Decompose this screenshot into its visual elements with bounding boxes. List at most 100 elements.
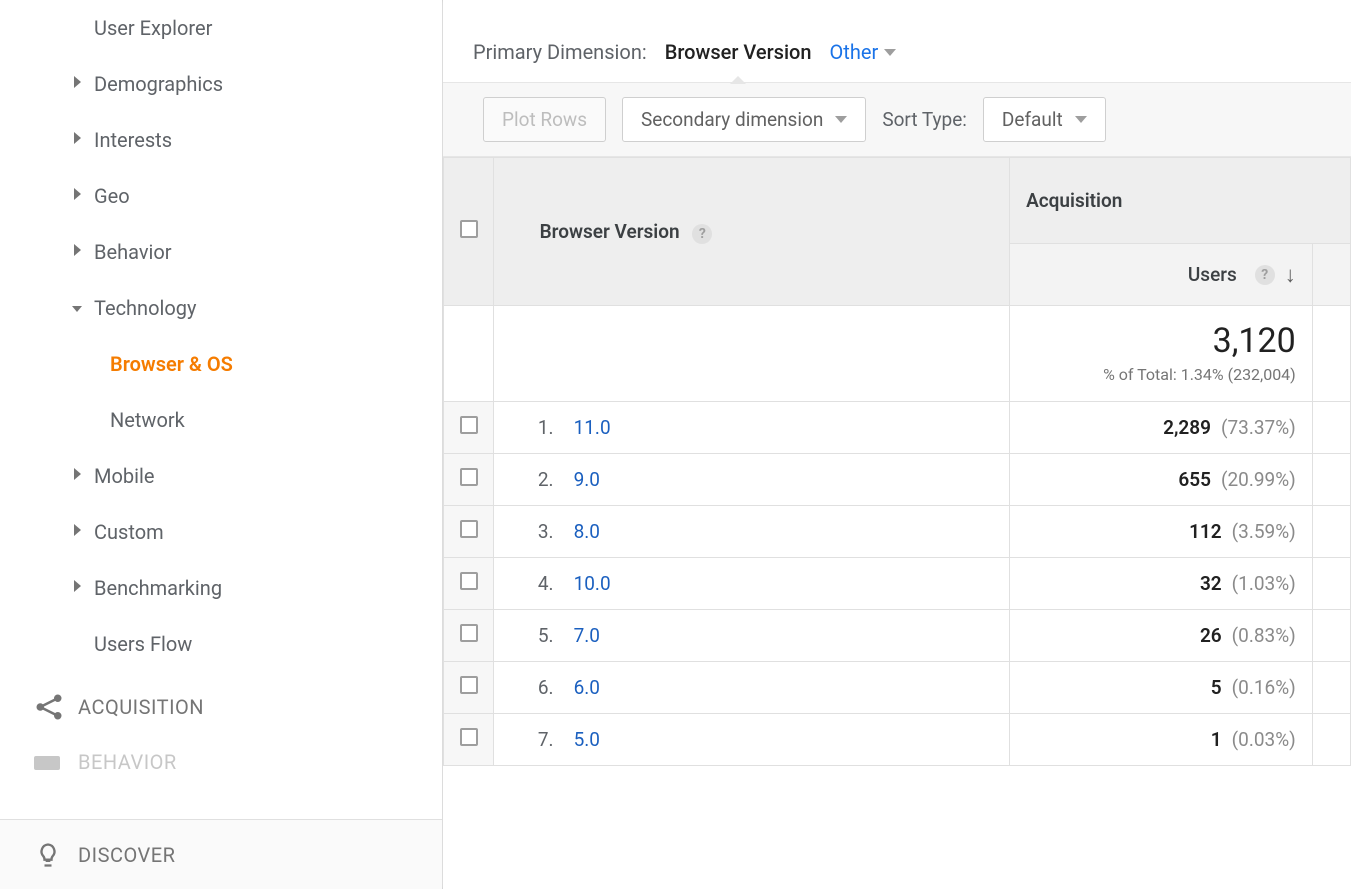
row-checkbox[interactable] [444,558,494,610]
secondary-dimension-label: Secondary dimension [641,108,823,131]
primary-dimension-value[interactable]: Browser Version [665,40,812,64]
nav-user-explorer[interactable]: User Explorer [0,0,442,56]
nav-benchmarking[interactable]: Benchmarking [0,560,442,616]
sort-type-select[interactable]: Default [983,97,1106,142]
nav-technology[interactable]: Technology [0,280,442,336]
table-row: 4.10.0 32(1.03%) [444,558,1351,610]
summary-users-cell: 3,120 % of Total: 1.34% (232,004) [1010,306,1313,402]
row-checkbox[interactable] [444,714,494,766]
table-row: 1.11.0 2,289(73.37%) [444,402,1351,454]
dimension-link[interactable]: 7.0 [574,624,600,647]
checkbox-icon [460,468,478,486]
users-value: 112 [1189,520,1222,543]
nav-behavior[interactable]: Behavior [0,224,442,280]
table-row: 2.9.0 655(20.99%) [444,454,1351,506]
nav-label: Custom [94,520,442,544]
row-checkbox[interactable] [444,662,494,714]
primary-dimension-row: Primary Dimension: Browser Version Other [443,0,1351,82]
row-number: 2. [530,468,554,491]
users-header[interactable]: Users ? ↓ [1010,244,1313,306]
help-icon[interactable]: ? [1255,265,1275,285]
section-label: DISCOVER [78,843,175,867]
section-discover[interactable]: DISCOVER [0,819,442,889]
caret-down-icon [1075,116,1087,123]
dimension-header-label: Browser Version [540,220,680,243]
caret-down-icon [884,49,896,56]
nav-custom[interactable]: Custom [0,504,442,560]
behavior-icon [34,752,78,772]
acquisition-header-label: Acquisition [1026,189,1122,212]
main-content: Primary Dimension: Browser Version Other… [443,0,1351,889]
primary-dimension-other[interactable]: Other [830,40,897,64]
row-number: 4. [530,572,554,595]
caret-right-icon [60,524,94,540]
sort-type-label: Sort Type: [882,108,967,131]
summary-users-total: 3,120 [1026,323,1296,360]
caret-down-icon [835,116,847,123]
nav-list: User Explorer Demographics Interests Geo… [0,0,442,819]
caret-right-icon [60,580,94,596]
checkbox-icon [460,416,478,434]
nav-users-flow[interactable]: Users Flow [0,616,442,672]
data-table: Browser Version ? Acquisition Users ? ↓ [443,157,1351,766]
nav-demographics[interactable]: Demographics [0,56,442,112]
checkbox-icon [460,520,478,538]
caret-right-icon [60,76,94,92]
dimension-link[interactable]: 6.0 [574,676,600,699]
users-pct: (0.03%) [1232,728,1296,751]
nav-label: Technology [94,296,442,320]
nav-label: Network [110,408,442,432]
nav-label: Geo [94,184,442,208]
nav-mobile[interactable]: Mobile [0,448,442,504]
dimension-link[interactable]: 10.0 [574,572,611,595]
section-label: BEHAVIOR [78,750,177,774]
summary-row: 3,120 % of Total: 1.34% (232,004) [444,306,1351,402]
users-value: 5 [1211,676,1222,699]
row-number: 3. [530,520,554,543]
caret-right-icon [60,468,94,484]
section-acquisition[interactable]: ACQUISITION [0,672,442,742]
table-row: 3.8.0 112(3.59%) [444,506,1351,558]
dimension-link[interactable]: 11.0 [574,416,611,439]
secondary-dimension-select[interactable]: Secondary dimension [622,97,866,142]
table-row: 7. 5.0 1 (0.03%) [444,714,1351,766]
dimension-link[interactable]: 9.0 [574,468,600,491]
nav-geo[interactable]: Geo [0,168,442,224]
nav-label: Interests [94,128,442,152]
users-pct: (0.16%) [1232,676,1296,699]
lightbulb-icon [34,841,78,869]
acquisition-header: Acquisition [1010,158,1351,244]
users-value: 655 [1178,468,1211,491]
dimension-link[interactable]: 8.0 [574,520,600,543]
section-behavior[interactable]: BEHAVIOR [0,742,442,782]
help-icon[interactable]: ? [692,224,712,244]
checkbox-icon [460,676,478,694]
row-checkbox[interactable] [444,402,494,454]
nav-interests[interactable]: Interests [0,112,442,168]
sidebar: User Explorer Demographics Interests Geo… [0,0,443,889]
row-number: 1. [530,416,554,439]
nav-label: User Explorer [94,16,442,40]
select-all-header[interactable] [444,158,494,306]
row-checkbox[interactable] [444,610,494,662]
nav-browser-os[interactable]: Browser & OS [0,336,442,392]
dimension-header[interactable]: Browser Version ? [493,158,1010,306]
nav-network[interactable]: Network [0,392,442,448]
nav-label: Mobile [94,464,442,488]
nav-label: Behavior [94,240,442,264]
dimension-link[interactable]: 5.0 [574,728,600,751]
row-checkbox[interactable] [444,506,494,558]
sort-desc-icon: ↓ [1285,262,1296,288]
summary-users-pct: % of Total: 1.34% (232,004) [1026,365,1296,384]
row-number: 7. [530,728,554,751]
extra-header [1312,244,1350,306]
users-pct: (1.03%) [1232,572,1296,595]
users-value: 1 [1211,728,1222,751]
primary-dimension-label: Primary Dimension: [473,40,647,64]
nav-label: Benchmarking [94,576,442,600]
row-checkbox[interactable] [444,454,494,506]
section-label: ACQUISITION [78,695,204,719]
table-toolbar: Plot Rows Secondary dimension Sort Type:… [443,82,1351,157]
row-number: 5. [530,624,554,647]
nav-label: Users Flow [94,632,442,656]
